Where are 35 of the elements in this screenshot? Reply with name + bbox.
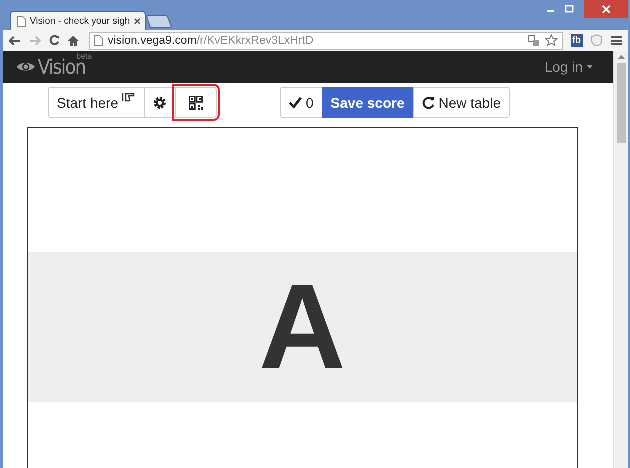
chart-letter: A <box>259 267 346 387</box>
address-bar[interactable]: vision.vega9.com/r/KvEKkrxRev3LxHrtD <box>89 32 562 50</box>
settings-icon <box>153 96 168 110</box>
close-icon <box>602 4 610 14</box>
close-icon[interactable] <box>134 18 142 24</box>
new-tab-button[interactable] <box>146 15 172 28</box>
close-button[interactable] <box>584 0 628 18</box>
star-icon[interactable] <box>544 34 558 47</box>
translate-icon[interactable] <box>528 34 540 46</box>
home-icon[interactable] <box>68 35 79 46</box>
scroll-up-icon[interactable] <box>618 55 624 59</box>
reload-icon[interactable] <box>49 35 60 46</box>
url-host: vision.vega9.com <box>108 34 197 46</box>
menu-icon[interactable] <box>611 36 622 46</box>
reload-icon <box>422 96 435 110</box>
new-table-button[interactable]: New table <box>412 87 510 118</box>
maximize-icon[interactable] <box>565 5 574 13</box>
settings-button[interactable] <box>144 87 176 118</box>
scroll-thumb[interactable] <box>616 63 626 143</box>
qr-code-icon <box>189 96 204 110</box>
browser-tab[interactable]: Vision - check your sigh <box>10 11 146 30</box>
check-icon <box>288 97 302 108</box>
scrollbar[interactable] <box>613 51 628 468</box>
beta-label: beta <box>76 52 92 61</box>
start-here-button[interactable]: Start here <box>48 87 146 118</box>
caret-icon <box>587 65 593 69</box>
page-icon <box>17 16 26 26</box>
page-icon <box>94 35 103 46</box>
login-menu[interactable]: Log in <box>544 59 593 75</box>
url-path: /r/KvEKkrxRev3LxHrtD <box>196 34 314 46</box>
qr-code-button[interactable] <box>175 87 218 118</box>
extension-button[interactable]: fb <box>570 34 583 47</box>
save-score-button[interactable]: Save score <box>322 87 414 118</box>
back-icon[interactable] <box>9 36 21 46</box>
score-button[interactable]: 0 <box>280 87 323 118</box>
